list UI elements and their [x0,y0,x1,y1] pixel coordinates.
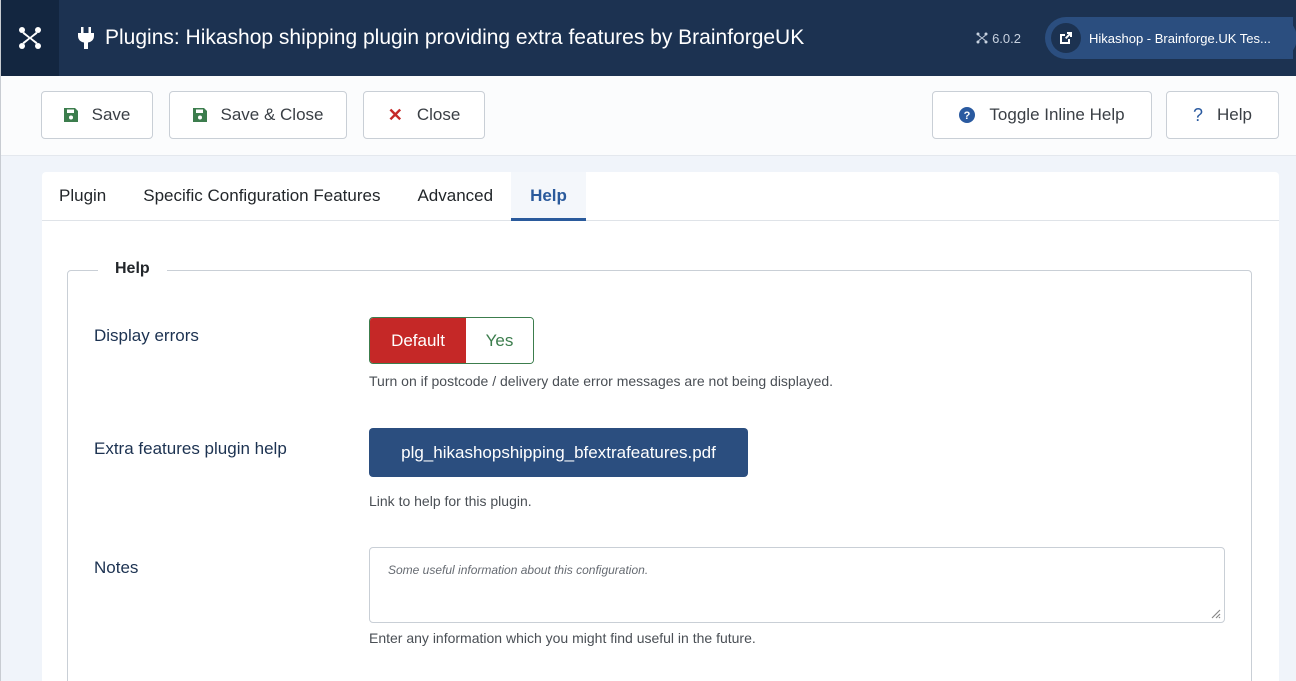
page-title-wrap: Plugins: Hikashop shipping plugin provid… [77,26,976,50]
save-close-button[interactable]: Save & Close [169,91,347,139]
fieldset-legend: Help [98,260,167,278]
notes-placeholder: Some useful information about this confi… [388,563,649,577]
tab-bar: Plugin Specific Configuration Features A… [42,172,1279,221]
question-icon: ? [1193,104,1204,125]
close-button[interactable]: ✕ Close [363,91,485,139]
save-label: Save [91,105,131,124]
toolbar: Save Save & Close ✕ Close ? Toggle Inlin… [1,76,1296,156]
notes-textarea[interactable]: Some useful information about this confi… [369,547,1225,623]
save-button[interactable]: Save [41,91,153,139]
site-link-label: Hikashop - Brainforge.UK Tes... [1089,30,1271,46]
help-button[interactable]: ? Help [1166,91,1279,139]
save-icon [192,108,207,122]
site-link-button[interactable]: Hikashop - Brainforge.UK Tes... [1045,17,1296,59]
extra-help-description: Link to help for this plugin. [369,493,532,509]
display-errors-switch: Default Yes [369,317,534,364]
display-errors-description: Turn on if postcode / delivery date erro… [369,373,834,389]
tab-advanced[interactable]: Advanced [417,172,493,220]
resize-handle-icon[interactable] [1209,607,1221,619]
option-default[interactable]: Default [370,318,466,363]
toggle-help-label: Toggle Inline Help [989,105,1125,124]
tab-plugin[interactable]: Plugin [59,172,106,220]
content-card: Plugin Specific Configuration Features A… [42,172,1279,681]
tab-help[interactable]: Help [511,172,586,221]
help-label: Help [1217,105,1252,124]
close-icon: ✕ [387,104,403,125]
save-icon [63,108,78,122]
close-label: Close [416,105,461,124]
joomla-logo-icon [19,27,41,49]
tab-specific-configuration[interactable]: Specific Configuration Features [143,172,380,220]
version-label: 6.0.2 [992,30,1021,46]
version-info: 6.0.2 [976,31,1021,46]
joomla-small-icon [976,32,988,44]
external-link-icon [1051,23,1081,53]
header-bar: Plugins: Hikashop shipping plugin provid… [1,0,1296,76]
question-circle-icon: ? [959,107,976,123]
joomla-logo[interactable] [1,0,59,76]
svg-text:?: ? [964,110,971,122]
option-yes[interactable]: Yes [466,318,533,363]
notes-label: Notes [94,558,139,577]
help-pdf-button[interactable]: plg_hikashopshipping_bfextrafeatures.pdf [369,428,748,477]
toggle-inline-help-button[interactable]: ? Toggle Inline Help [932,91,1152,139]
save-close-label: Save & Close [220,105,324,124]
page-title: Plugins: Hikashop shipping plugin provid… [105,26,805,49]
display-errors-label: Display errors [94,326,199,345]
notes-description: Enter any information which you might fi… [369,630,756,646]
extra-help-label: Extra features plugin help [94,439,287,458]
plug-icon [78,27,94,49]
